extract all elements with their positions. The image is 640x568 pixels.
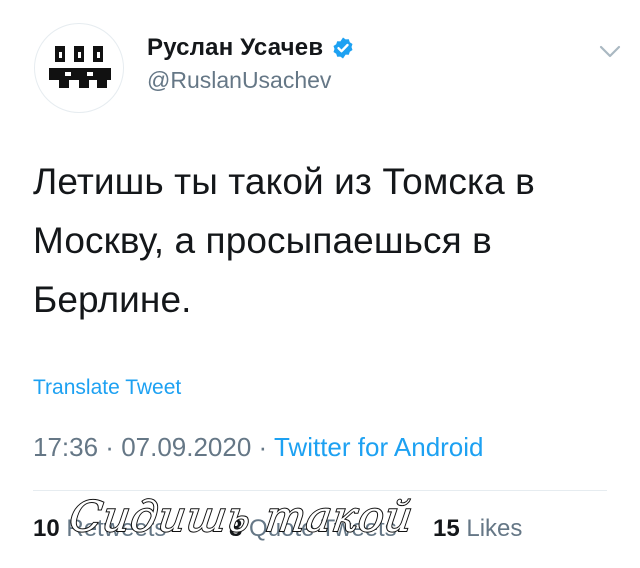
tweet-date: 07.09.2020 [121,432,252,462]
likes-stat[interactable]: 15 Likes [433,515,522,543]
retweets-count: 10 [33,515,60,542]
display-name[interactable]: Руслан Усачев [147,34,323,62]
avatar[interactable] [34,23,124,113]
translate-tweet-link[interactable]: Translate Tweet [33,376,181,400]
author-names: Руслан Усачев @RuslanUsachev [147,31,355,94]
likes-count: 15 [433,515,460,542]
tweet-detail: Руслан Усачев @RuslanUsachev Летишь ты т… [0,0,640,568]
divider [33,490,607,491]
tweet-source-link[interactable]: Twitter for Android [274,432,484,462]
chevron-down-icon[interactable] [596,37,624,65]
author-handle[interactable]: @RuslanUsachev [147,67,355,94]
tweet-meta: 17:36 · 07.09.2020 · Twitter for Android [33,432,484,463]
overlay-caption: Сидишь такой [66,491,418,542]
meta-separator: · [251,432,274,462]
likes-label: Likes [466,515,523,542]
pixel-logo-icon [49,46,111,88]
tweet-header: Руслан Усачев @RuslanUsachev [34,23,621,113]
display-name-row: Руслан Усачев [147,31,355,65]
meta-separator: · [98,432,122,462]
tweet-time: 17:36 [33,432,99,462]
verified-badge-icon [331,36,355,60]
tweet-text: Летишь ты такой из Томска в Москву, а пр… [33,161,535,320]
